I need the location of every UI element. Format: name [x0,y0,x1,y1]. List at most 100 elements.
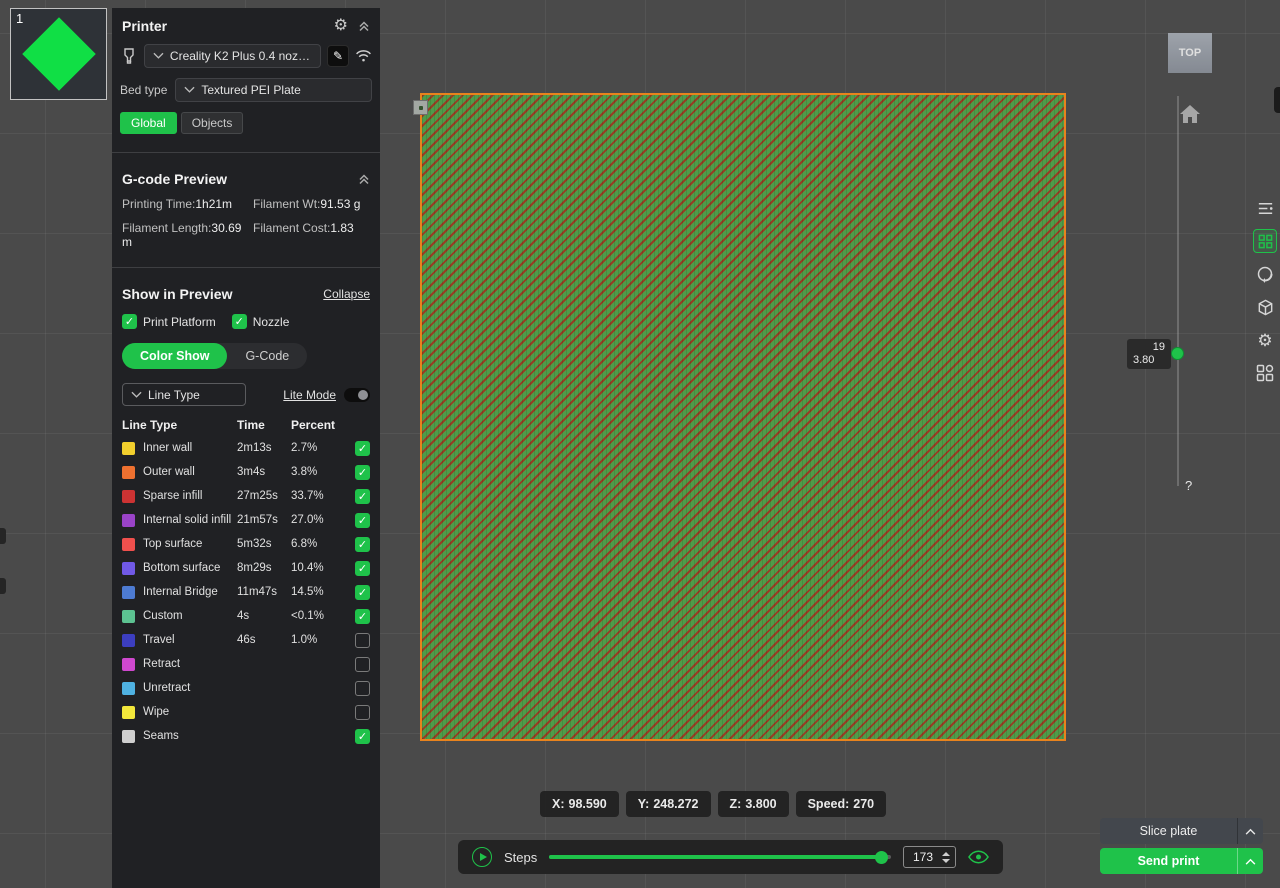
step-up-icon[interactable] [942,852,950,856]
bed-type-value: Textured PEI Plate [201,83,300,97]
line-type-checkbox[interactable] [355,681,370,696]
steps-label: Steps [504,850,537,865]
filament-length-stat: Filament Length:30.69 m [122,221,253,249]
status-y: Y:248.272 [626,791,711,817]
chevron-down-icon [153,52,164,60]
gcode-tab[interactable]: G-Code [227,343,307,369]
steps-slider-handle[interactable] [875,851,888,864]
divider [112,152,380,153]
print-platform-checkbox[interactable] [122,314,137,329]
line-type-row: Inner wall 2m13s 2.7% [112,436,380,460]
show-in-preview-title: Show in Preview [122,286,232,302]
print-object-preview[interactable] [420,93,1066,741]
view-cube[interactable]: TOP [1168,33,1212,73]
line-type-color-swatch [122,610,135,623]
lite-mode-label: Lite Mode [283,388,336,402]
line-type-checkbox[interactable] [355,561,370,576]
line-type-checkbox[interactable] [355,729,370,744]
send-print-button[interactable]: Send print [1100,848,1263,874]
nozzle-checkbox[interactable] [232,314,247,329]
line-type-color-swatch [122,514,135,527]
plate-thumbnail[interactable]: 1 [10,8,107,100]
play-button[interactable] [472,847,492,867]
line-type-color-swatch [122,634,135,647]
line-type-color-swatch [122,562,135,575]
handle-dot [419,106,423,110]
edit-printer-button[interactable]: ✎ [327,45,349,67]
line-type-checkbox[interactable] [355,465,370,480]
tab-objects[interactable]: Objects [181,112,244,134]
layer-slider-track[interactable] [1177,96,1179,486]
tab-global[interactable]: Global [120,112,177,134]
line-type-checkbox[interactable] [355,537,370,552]
slice-plate-button[interactable]: Slice plate [1100,818,1263,844]
line-type-checkbox[interactable] [355,441,370,456]
line-type-checkbox[interactable] [355,609,370,624]
printing-time-stat: Printing Time:1h21m [122,197,253,211]
line-type-row: Outer wall 3m4s 3.8% [112,460,380,484]
printer-name: Creality K2 Plus 0.4 nozzle [170,49,312,63]
nozzle-icon [120,47,138,65]
print-queue-icon[interactable] [1253,196,1277,220]
print-platform-toggle[interactable]: Print Platform [122,314,216,329]
gcode-preview-title: G-code Preview [122,171,227,187]
layer-slider-handle[interactable] [1171,347,1184,360]
steps-stepper[interactable] [942,852,950,863]
line-type-checkbox[interactable] [355,489,370,504]
line-type-row: Seams [112,724,380,748]
line-type-checkbox[interactable] [355,513,370,528]
machine-settings-icon[interactable]: ⚙ [1253,328,1277,352]
left-edge-handle[interactable] [0,578,6,594]
help-button[interactable]: ? [1185,478,1192,493]
line-type-checkbox[interactable] [355,585,370,600]
line-type-dropdown[interactable]: Line Type [122,383,246,406]
line-type-checkbox[interactable] [355,657,370,672]
collapse-section-icon[interactable] [358,20,370,32]
collapse-section-icon[interactable] [358,173,370,185]
line-type-color-swatch [122,706,135,719]
line-type-row: Unretract [112,676,380,700]
line-type-row: Bottom surface 8m29s 10.4% [112,556,380,580]
layer-number: 19 [1133,341,1165,354]
preview-layers-icon[interactable] [1253,229,1277,253]
orbit-view-icon[interactable] [1253,262,1277,286]
slice-options-chevron[interactable] [1237,818,1263,844]
gcode-section-header: G-code Preview [112,161,380,193]
gcode-stats: Printing Time:1h21m Filament Wt:91.53 g … [112,193,380,259]
print-platform-label: Print Platform [143,315,216,329]
pencil-icon: ✎ [333,49,343,63]
line-type-color-swatch [122,538,135,551]
status-speed: Speed:270 [796,791,887,817]
steps-slider[interactable] [549,855,891,859]
steps-value-input[interactable]: 173 [903,846,956,868]
lite-mode-toggle[interactable] [344,388,370,402]
widgets-icon[interactable] [1253,361,1277,385]
home-view-icon[interactable] [1179,104,1201,127]
wifi-icon[interactable] [355,49,372,63]
chevron-down-icon [184,86,195,94]
nozzle-toggle[interactable]: Nozzle [232,314,290,329]
visibility-eye-icon[interactable] [968,850,989,864]
layer-slider-label: 19 3.80 [1127,339,1171,369]
bed-type-row: Bed type Textured PEI Plate [112,68,380,102]
line-type-row: Retract [112,652,380,676]
line-type-row: Internal solid infill 21m57s 27.0% [112,508,380,532]
printer-select-dropdown[interactable]: Creality K2 Plus 0.4 nozzle [144,44,321,68]
line-type-color-swatch [122,730,135,743]
color-show-tab[interactable]: Color Show [122,343,227,369]
line-type-color-swatch [122,658,135,671]
filament-cost-stat: Filament Cost:1.83 [253,221,370,249]
right-panel-collapse-handle[interactable] [1274,87,1280,113]
line-type-checkbox[interactable] [355,705,370,720]
collapse-link[interactable]: Collapse [323,287,370,301]
filament-weight-stat: Filament Wt:91.53 g [253,197,370,211]
view-cube-label: TOP [1179,47,1201,59]
left-edge-handle[interactable] [0,528,6,544]
line-type-checkbox[interactable] [355,633,370,648]
printer-settings-gear-icon[interactable]: ⚙ [334,18,348,34]
step-down-icon[interactable] [942,859,950,863]
plate-model-icon[interactable] [1253,295,1277,319]
send-options-chevron[interactable] [1237,848,1263,874]
bed-type-dropdown[interactable]: Textured PEI Plate [175,78,372,102]
object-corner-handle[interactable] [413,100,428,115]
